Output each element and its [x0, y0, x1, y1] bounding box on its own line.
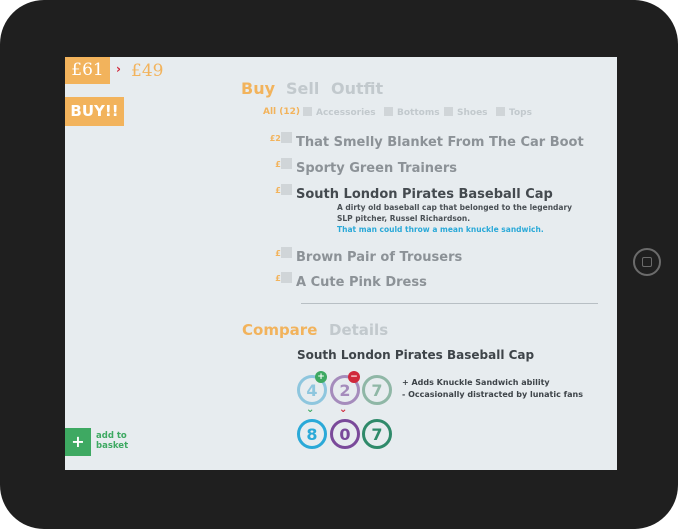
- item-checkbox[interactable]: [281, 272, 292, 283]
- stat-new: 8: [297, 419, 327, 449]
- old-price: £61: [65, 57, 110, 84]
- add-to-basket-label[interactable]: add to basket: [96, 431, 128, 451]
- buy-button[interactable]: BUY!!: [65, 97, 124, 126]
- checkbox[interactable]: [444, 107, 453, 116]
- stat-new: 0: [330, 419, 360, 449]
- tab-outfit[interactable]: Outfit: [331, 79, 383, 98]
- filter-bottoms[interactable]: Bottoms: [384, 107, 440, 118]
- item-checkbox[interactable]: [281, 158, 292, 169]
- filter-accessories[interactable]: Accessories: [303, 107, 376, 118]
- list-item[interactable]: £11 A Cute Pink Dress: [275, 271, 427, 290]
- list-item-selected[interactable]: £12 South London Pirates Baseball Cap: [275, 183, 553, 202]
- checkbox[interactable]: [303, 107, 312, 116]
- item-name: That Smelly Blanket From The Car Boot: [296, 135, 584, 150]
- filter-all[interactable]: All (12): [263, 107, 300, 117]
- chevron-down-icon: ⌄: [339, 404, 348, 415]
- filter-shoes[interactable]: Shoes: [444, 107, 488, 118]
- tablet-frame: £61 › £49 BUY!! Buy Sell Outfit All (12)…: [0, 0, 678, 529]
- stat-new: 7: [362, 419, 392, 449]
- minus-badge-icon: −: [348, 371, 360, 383]
- item-description: A dirty old baseball cap that belonged t…: [337, 203, 573, 234]
- compare-item-title: South London Pirates Baseball Cap: [297, 348, 535, 362]
- divider: [301, 303, 598, 304]
- add-to-basket-button[interactable]: +: [65, 428, 91, 456]
- item-checkbox[interactable]: [281, 184, 292, 195]
- plus-badge-icon: +: [315, 371, 327, 383]
- filter-tops[interactable]: Tops: [496, 107, 532, 118]
- item-name: South London Pirates Baseball Cap: [296, 187, 553, 202]
- tab-buy[interactable]: Buy: [241, 79, 275, 98]
- item-name: Brown Pair of Trousers: [296, 250, 463, 265]
- list-item[interactable]: £15 Brown Pair of Trousers: [275, 246, 463, 265]
- tab-compare[interactable]: Compare: [242, 321, 317, 339]
- checkbox[interactable]: [496, 107, 505, 116]
- tab-details[interactable]: Details: [329, 321, 388, 339]
- checkbox[interactable]: [384, 107, 393, 116]
- chevron-down-icon: ⌄: [306, 404, 315, 415]
- item-checkbox[interactable]: [281, 247, 292, 258]
- list-item[interactable]: £22 Sporty Green Trainers: [275, 157, 458, 176]
- app-screen: £61 › £49 BUY!! Buy Sell Outfit All (12)…: [65, 57, 617, 470]
- item-name: Sporty Green Trainers: [296, 161, 458, 176]
- list-item[interactable]: £214 That Smelly Blanket From The Car Bo…: [270, 131, 584, 150]
- stat-current: 7: [362, 375, 392, 405]
- new-price: £49: [131, 61, 164, 81]
- item-checkbox[interactable]: [281, 132, 292, 143]
- tab-sell[interactable]: Sell: [286, 79, 319, 98]
- effects-list: + Adds Knuckle Sandwich ability - Occasi…: [402, 378, 583, 399]
- item-name: A Cute Pink Dress: [296, 275, 427, 290]
- chevron-right-icon: ›: [116, 62, 121, 76]
- home-button[interactable]: [633, 248, 661, 276]
